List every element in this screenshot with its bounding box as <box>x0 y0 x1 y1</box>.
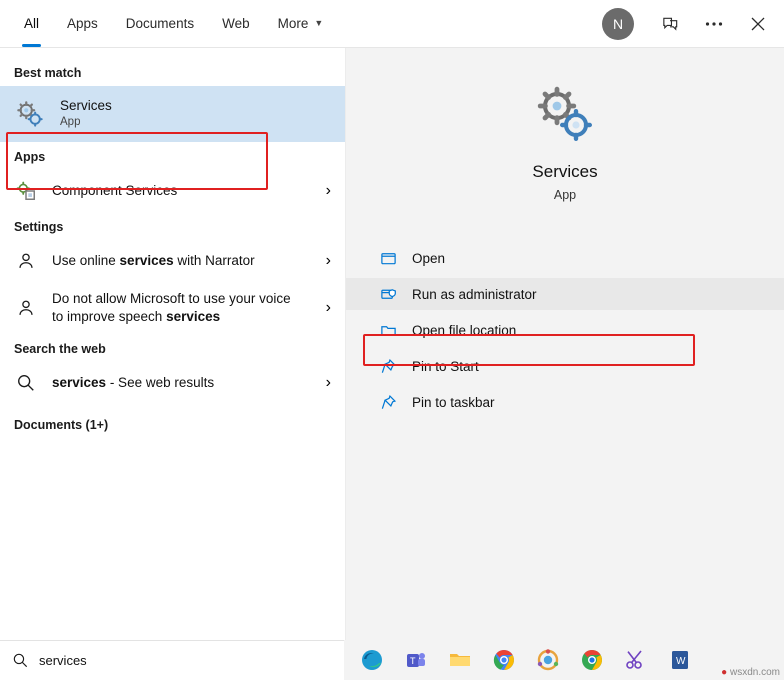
search-flyout-window: All Apps Documents Web More ▼ N Best mat… <box>0 0 784 680</box>
tab-more-label: More <box>277 16 309 31</box>
tab-apps-label: Apps <box>67 16 98 31</box>
search-input[interactable] <box>39 653 279 668</box>
pin-icon <box>378 358 398 375</box>
app-hero: Services App <box>346 48 784 202</box>
results-pane: Best match Services App Apps Component S… <box>0 48 345 640</box>
list-item-web-services[interactable]: services - See web results › <box>0 362 345 404</box>
search-body: Best match Services App Apps Component S… <box>0 48 784 640</box>
shield-run-icon <box>378 286 398 303</box>
avatar-initial: N <box>612 15 624 32</box>
list-item-label: Component Services <box>52 182 178 198</box>
search-filter-tabs: All Apps Documents Web More ▼ <box>0 0 337 47</box>
preview-pane: Services App Open Run as administrator O… <box>345 48 784 640</box>
tab-apps[interactable]: Apps <box>53 0 112 47</box>
taskbar: T <box>0 640 784 680</box>
tab-documents[interactable]: Documents <box>112 0 208 47</box>
list-item-label: services - See web results <box>52 374 214 392</box>
pin-icon <box>378 394 398 411</box>
close-icon[interactable] <box>736 0 780 48</box>
search-header-bar: All Apps Documents Web More ▼ N <box>0 0 784 48</box>
edge-icon[interactable] <box>358 646 386 674</box>
action-open[interactable]: Open <box>346 242 784 274</box>
services-gears-icon <box>14 98 46 130</box>
chevron-right-icon[interactable]: › <box>326 252 331 270</box>
tab-web[interactable]: Web <box>208 0 264 47</box>
tab-more[interactable]: More ▼ <box>264 0 338 47</box>
header-actions: N <box>602 0 784 47</box>
tab-all-label: All <box>24 16 40 31</box>
search-icon <box>14 373 38 393</box>
tab-all[interactable]: All <box>10 0 53 47</box>
svg-text:T: T <box>410 656 416 666</box>
taskbar-icons: T W <box>358 646 694 674</box>
teams-icon[interactable]: T <box>402 646 430 674</box>
folder-icon <box>378 322 398 339</box>
tab-web-label: Web <box>222 16 250 31</box>
ellipsis-icon[interactable] <box>692 0 736 48</box>
web-header: Search the web <box>14 342 106 356</box>
watermark-text: wsxdn.com <box>729 667 780 678</box>
list-item-speech-services[interactable]: Do not allow Microsoft to use your voice… <box>0 282 345 334</box>
settings-person-icon <box>14 297 38 319</box>
web-text-query: services <box>52 374 107 390</box>
action-label: Pin to Start <box>412 358 479 374</box>
list-item-label: Use online services with Narrator <box>52 252 255 270</box>
settings-text-prefix: Use online <box>52 252 120 268</box>
chevron-down-icon: ▼ <box>314 18 324 28</box>
services-gears-icon <box>533 82 597 146</box>
action-pin-to-start[interactable]: Pin to Start <box>346 350 784 382</box>
result-item-text: Services App <box>60 98 331 131</box>
action-label: Open file location <box>412 322 517 338</box>
chrome-beta-icon[interactable] <box>578 646 606 674</box>
best-match-header: Best match <box>14 66 82 80</box>
list-item-narrator-services[interactable]: Use online services with Narrator › <box>0 240 345 282</box>
settings-header: Settings <box>14 220 64 234</box>
svg-text:W: W <box>676 656 686 667</box>
result-subtitle: App <box>60 116 81 129</box>
list-item-component-services[interactable]: Component Services › <box>0 170 345 212</box>
watermark: ● wsxdn.com <box>721 667 780 678</box>
action-pin-to-taskbar[interactable]: Pin to taskbar <box>346 386 784 418</box>
list-item-label: Do not allow Microsoft to use your voice… <box>52 290 302 326</box>
preview-app-title: Services <box>532 162 598 181</box>
settings-text-bold: services <box>119 252 174 268</box>
component-services-icon <box>14 180 38 202</box>
result-item-services[interactable]: Services App <box>0 86 345 142</box>
web-text-suffix: - See web results <box>106 374 215 390</box>
taskbar-search-box[interactable] <box>0 640 344 680</box>
app-colored-icon[interactable] <box>534 646 562 674</box>
watermark-dot: ● <box>721 667 728 678</box>
settings-text-bold: services <box>166 309 221 324</box>
preview-app-type: App <box>553 188 577 202</box>
snip-sketch-icon[interactable] <box>622 646 650 674</box>
chevron-right-icon[interactable]: › <box>326 374 331 392</box>
avatar[interactable]: N <box>602 7 634 40</box>
action-label: Open <box>412 250 446 266</box>
feedback-icon[interactable] <box>648 0 692 48</box>
action-open-file-location[interactable]: Open file location <box>346 314 784 346</box>
settings-person-icon <box>14 250 38 272</box>
tab-documents-label: Documents <box>125 16 195 31</box>
settings-text-suffix: with Narrator <box>173 252 255 268</box>
magnifier-icon <box>12 652 29 669</box>
chevron-right-icon[interactable]: › <box>326 182 331 200</box>
result-title: Services <box>60 97 112 113</box>
action-label: Run as administrator <box>412 286 537 302</box>
open-window-icon <box>378 250 398 267</box>
app-actions-list: Open Run as administrator Open file loca… <box>346 242 784 418</box>
file-explorer-icon[interactable] <box>446 646 474 674</box>
chrome-icon[interactable] <box>490 646 518 674</box>
action-run-as-administrator[interactable]: Run as administrator <box>346 278 784 310</box>
documents-header: Documents (1+) <box>14 418 109 432</box>
action-label: Pin to taskbar <box>412 394 495 410</box>
chevron-right-icon[interactable]: › <box>326 299 331 317</box>
apps-header: Apps <box>14 150 46 164</box>
word-icon[interactable]: W <box>666 646 694 674</box>
